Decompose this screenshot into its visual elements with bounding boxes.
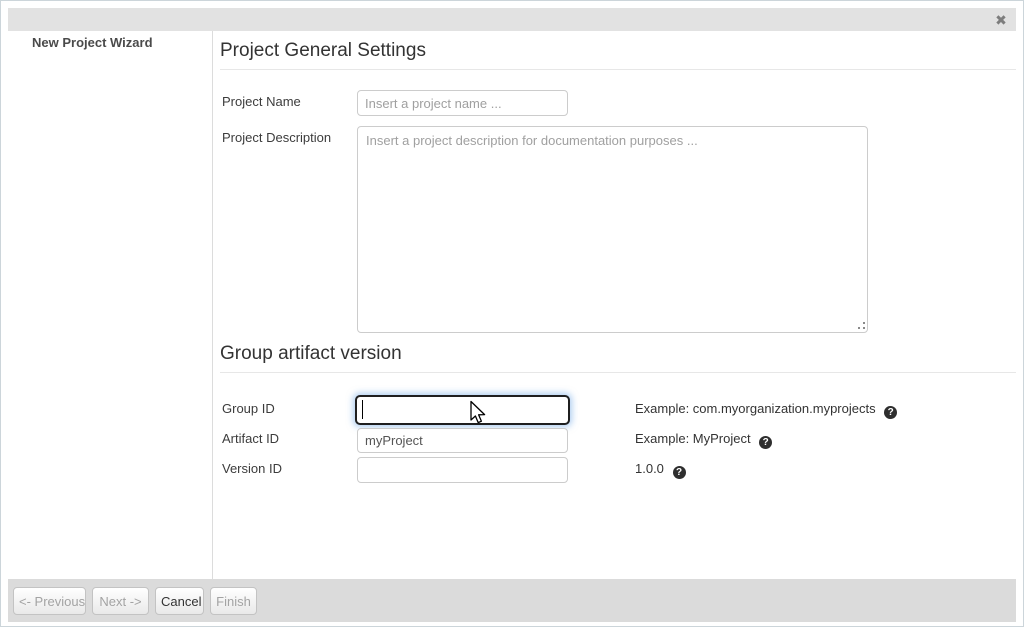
artifact-id-label: Artifact ID <box>222 431 279 446</box>
artifact-id-hint: Example: MyProject ? <box>635 431 772 449</box>
group-id-label: Group ID <box>222 401 275 416</box>
cancel-button[interactable]: Cancel <box>155 587 204 615</box>
textarea-resize-handle[interactable] <box>857 321 866 330</box>
artifact-id-input[interactable] <box>357 428 568 453</box>
artifact-id-hint-text: Example: MyProject <box>635 431 751 446</box>
new-project-wizard-dialog: ✖ New Project Wizard Project General Set… <box>0 0 1024 627</box>
project-description-label: Project Description <box>222 130 331 145</box>
project-name-input[interactable] <box>357 90 568 116</box>
help-icon[interactable]: ? <box>884 406 897 419</box>
finish-button[interactable]: Finish <box>210 587 257 615</box>
version-id-hint-text: 1.0.0 <box>635 461 664 476</box>
text-caret <box>362 400 363 419</box>
section-title-general-settings: Project General Settings <box>220 39 1016 70</box>
wizard-sidebar: New Project Wizard <box>8 31 212 579</box>
help-icon[interactable]: ? <box>673 466 686 479</box>
previous-button[interactable]: <- Previous <box>13 587 86 615</box>
group-id-input[interactable] <box>355 395 570 425</box>
version-id-label: Version ID <box>222 461 282 476</box>
project-description-textarea[interactable] <box>357 126 868 333</box>
version-id-input[interactable] <box>357 457 568 483</box>
next-button[interactable]: Next -> <box>92 587 149 615</box>
version-id-hint: 1.0.0 ? <box>635 461 686 479</box>
group-id-hint-text: Example: com.myorganization.myprojects <box>635 401 876 416</box>
dialog-footer-bar: <- Previous Next -> Cancel Finish <box>8 579 1016 622</box>
section-title-group-artifact-version: Group artifact version <box>220 342 1016 373</box>
group-id-hint: Example: com.myorganization.myprojects ? <box>635 401 897 419</box>
dialog-header-bar: ✖ <box>8 8 1016 31</box>
sidebar-item-new-project-wizard[interactable]: New Project Wizard <box>32 35 153 50</box>
help-icon[interactable]: ? <box>759 436 772 449</box>
close-icon[interactable]: ✖ <box>992 11 1010 29</box>
project-name-label: Project Name <box>222 94 301 109</box>
wizard-main-panel: Project General Settings Project Name Pr… <box>212 31 1016 579</box>
